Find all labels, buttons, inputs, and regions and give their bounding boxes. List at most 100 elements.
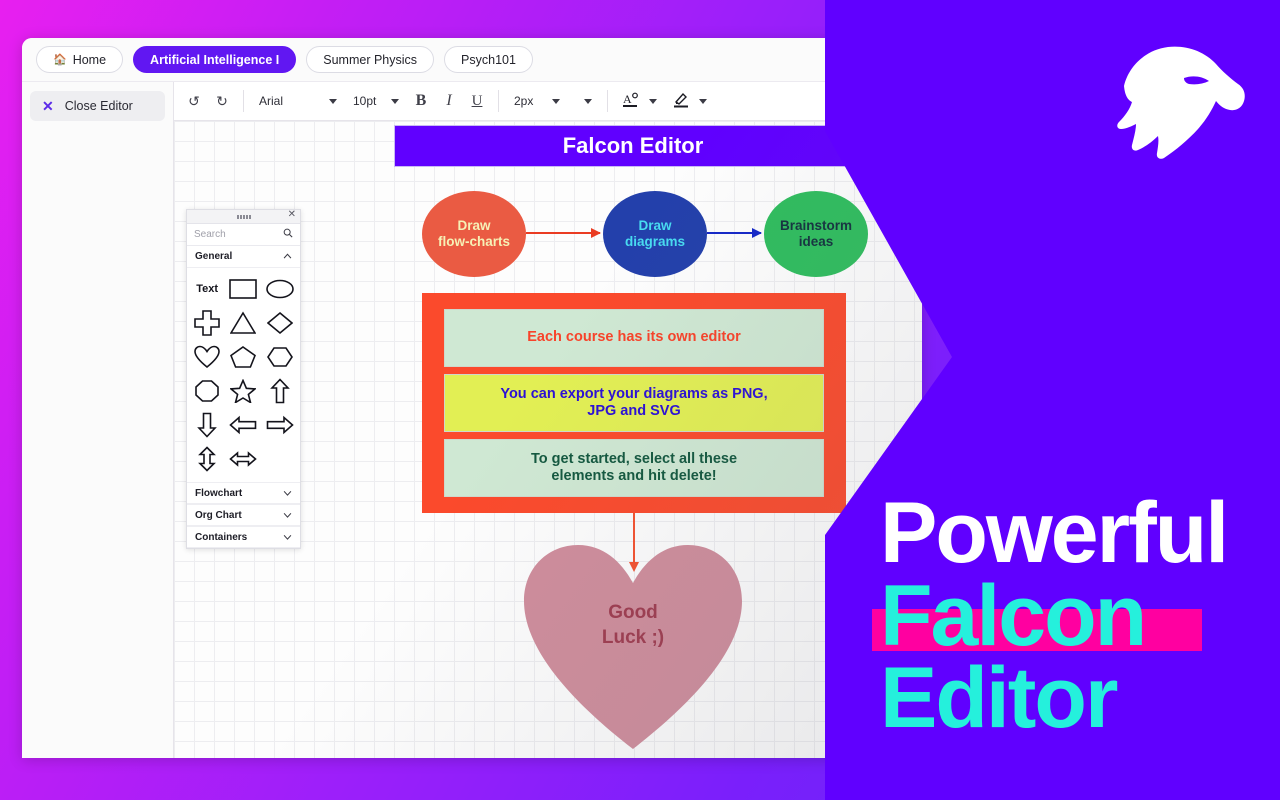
fill-color-icon bbox=[665, 92, 699, 111]
close-icon[interactable]: ✕ bbox=[288, 209, 296, 220]
shape-arrow-up[interactable] bbox=[263, 374, 297, 408]
info-card-2-line2: JPG and SVG bbox=[587, 403, 681, 419]
shape-section-flowchart[interactable]: Flowchart bbox=[187, 482, 300, 504]
shape-rectangle[interactable] bbox=[226, 272, 260, 306]
font-family-select[interactable]: Arial bbox=[251, 86, 345, 116]
chevron-down-icon bbox=[283, 532, 292, 543]
line-style-select[interactable] bbox=[568, 86, 600, 116]
shape-panel-titlebar[interactable]: ✕ bbox=[187, 209, 300, 224]
shape-search-placeholder: Search bbox=[194, 229, 226, 240]
shape-section-containers[interactable]: Containers bbox=[187, 526, 300, 548]
chevron-down-icon bbox=[283, 510, 292, 521]
arrow-diagrams-to-brainstorm[interactable] bbox=[707, 228, 762, 238]
shape-diamond[interactable] bbox=[263, 306, 297, 340]
font-size-value: 10pt bbox=[353, 94, 377, 108]
tab-home[interactable]: 🏠 Home bbox=[36, 46, 124, 73]
node-draw-diagrams-line2: diagrams bbox=[624, 234, 686, 249]
diagram-title-text: Falcon Editor bbox=[562, 133, 704, 158]
shape-section-flowchart-label: Flowchart bbox=[195, 487, 243, 499]
redo-icon[interactable]: ↻ bbox=[208, 86, 236, 116]
falcon-head-logo bbox=[1112, 38, 1252, 168]
tab-psych101[interactable]: Psych101 bbox=[444, 46, 533, 73]
promo-line-2-wrap: Falcon bbox=[872, 573, 1202, 659]
format-toolbar: ↺ ↻ Arial 10pt B I U 2px A bbox=[174, 82, 922, 121]
node-draw-flowcharts-line2: flow-charts bbox=[437, 234, 510, 249]
home-icon: 🏠 bbox=[53, 54, 67, 66]
shape-arrow-down[interactable] bbox=[190, 408, 224, 442]
shape-grid-filler bbox=[263, 442, 297, 476]
course-tab-bar: 🏠 Home Artificial Intelligence I Summer … bbox=[22, 38, 922, 82]
shape-search-input[interactable]: Search bbox=[187, 224, 300, 246]
shape-heart[interactable] bbox=[190, 340, 224, 374]
shape-arrow-right[interactable] bbox=[263, 408, 297, 442]
info-card-1[interactable]: Each course has its own editor bbox=[444, 309, 824, 367]
close-editor-button[interactable]: ✕ Close Editor bbox=[30, 91, 165, 121]
chevron-down-icon bbox=[649, 98, 657, 104]
info-card-3-line1: To get started, select all these bbox=[530, 450, 738, 467]
shape-pentagon[interactable] bbox=[226, 340, 260, 374]
shape-cross[interactable] bbox=[190, 306, 224, 340]
shape-section-general-label: General bbox=[195, 251, 233, 262]
line-width-select[interactable]: 2px bbox=[506, 86, 568, 116]
close-x-icon: ✕ bbox=[42, 97, 54, 114]
svg-text:A: A bbox=[623, 92, 632, 106]
chevron-down-icon bbox=[699, 98, 707, 104]
fill-color-select[interactable] bbox=[665, 86, 715, 116]
editor-window: 🏠 Home Artificial Intelligence I Summer … bbox=[22, 38, 922, 758]
shape-octagon[interactable] bbox=[190, 374, 224, 408]
toolbar-divider bbox=[498, 90, 499, 112]
node-brainstorm-ideas-line2: ideas bbox=[798, 234, 834, 249]
shape-text[interactable]: Text bbox=[190, 272, 224, 306]
arrow-flowcharts-to-diagrams[interactable] bbox=[526, 228, 601, 238]
node-draw-flowcharts[interactable]: Draw flow-charts bbox=[422, 191, 526, 277]
info-card-3[interactable]: To get started, select all these elements… bbox=[444, 439, 824, 497]
font-size-select[interactable]: 10pt bbox=[345, 86, 407, 116]
font-color-select[interactable]: A bbox=[615, 86, 665, 116]
tab-home-label: Home bbox=[72, 52, 107, 67]
chevron-down-icon bbox=[391, 98, 399, 104]
shape-section-general[interactable]: General bbox=[187, 246, 300, 268]
shape-arrow-up-down[interactable] bbox=[190, 442, 224, 476]
chevron-up-icon bbox=[283, 251, 292, 262]
shape-section-containers-label: Containers bbox=[195, 531, 248, 543]
shape-grid: Text bbox=[187, 268, 300, 482]
node-brainstorm-ideas[interactable]: Brainstorm ideas bbox=[764, 191, 868, 277]
shape-section-org-chart-label: Org Chart bbox=[195, 509, 242, 521]
info-block-container[interactable]: Each course has its own editor You can e… bbox=[422, 293, 846, 513]
shape-triangle[interactable] bbox=[226, 306, 260, 340]
tab-psych101-label: Psych101 bbox=[461, 52, 516, 67]
promo-line-3: Editor bbox=[880, 650, 1118, 747]
drag-grip-icon[interactable] bbox=[236, 214, 251, 219]
info-card-3-line2: elements and hit delete! bbox=[551, 468, 717, 484]
editor-body: ✕ Close Editor ↺ ↻ Arial 10pt B I U 2px … bbox=[22, 82, 922, 758]
line-width-value: 2px bbox=[514, 94, 534, 108]
shape-arrow-left[interactable] bbox=[226, 408, 260, 442]
undo-icon[interactable]: ↺ bbox=[180, 86, 208, 116]
tab-artificial-intelligence-i[interactable]: Artificial Intelligence I bbox=[133, 46, 297, 73]
info-card-1-text: Each course has its own editor bbox=[527, 329, 741, 346]
shape-arrow-left-right[interactable] bbox=[226, 442, 260, 476]
left-rail: ✕ Close Editor bbox=[22, 82, 174, 758]
underline-button[interactable]: U bbox=[463, 86, 491, 116]
toolbar-divider bbox=[607, 90, 608, 112]
font-family-value: Arial bbox=[259, 94, 284, 108]
info-card-2-line1: You can export your diagrams as PNG, bbox=[500, 385, 768, 402]
shape-hexagon[interactable] bbox=[263, 340, 297, 374]
shape-section-org-chart[interactable]: Org Chart bbox=[187, 504, 300, 526]
node-draw-diagrams[interactable]: Draw diagrams bbox=[603, 191, 707, 277]
chevron-down-icon bbox=[283, 488, 292, 499]
shape-library-panel: ✕ Search General Text Flowchart Org Char… bbox=[186, 209, 301, 549]
italic-button[interactable]: I bbox=[435, 86, 463, 116]
promo-line-2: Falcon bbox=[880, 567, 1147, 664]
tab-summer-physics[interactable]: Summer Physics bbox=[306, 46, 435, 73]
chevron-down-icon bbox=[552, 98, 560, 104]
bold-button[interactable]: B bbox=[407, 86, 435, 116]
info-card-2[interactable]: You can export your diagrams as PNG, JPG … bbox=[444, 374, 824, 432]
diagram-title-banner[interactable]: Falcon Editor bbox=[394, 125, 872, 167]
promo-text-block: Powerful Falcon Editor bbox=[872, 490, 1229, 747]
shape-ellipse[interactable] bbox=[263, 272, 297, 306]
diagram-canvas[interactable]: ✕ Search General Text Flowchart Org Char… bbox=[174, 121, 922, 758]
node-heart[interactable] bbox=[522, 541, 744, 751]
chevron-down-icon bbox=[584, 98, 592, 104]
shape-star[interactable] bbox=[226, 374, 260, 408]
